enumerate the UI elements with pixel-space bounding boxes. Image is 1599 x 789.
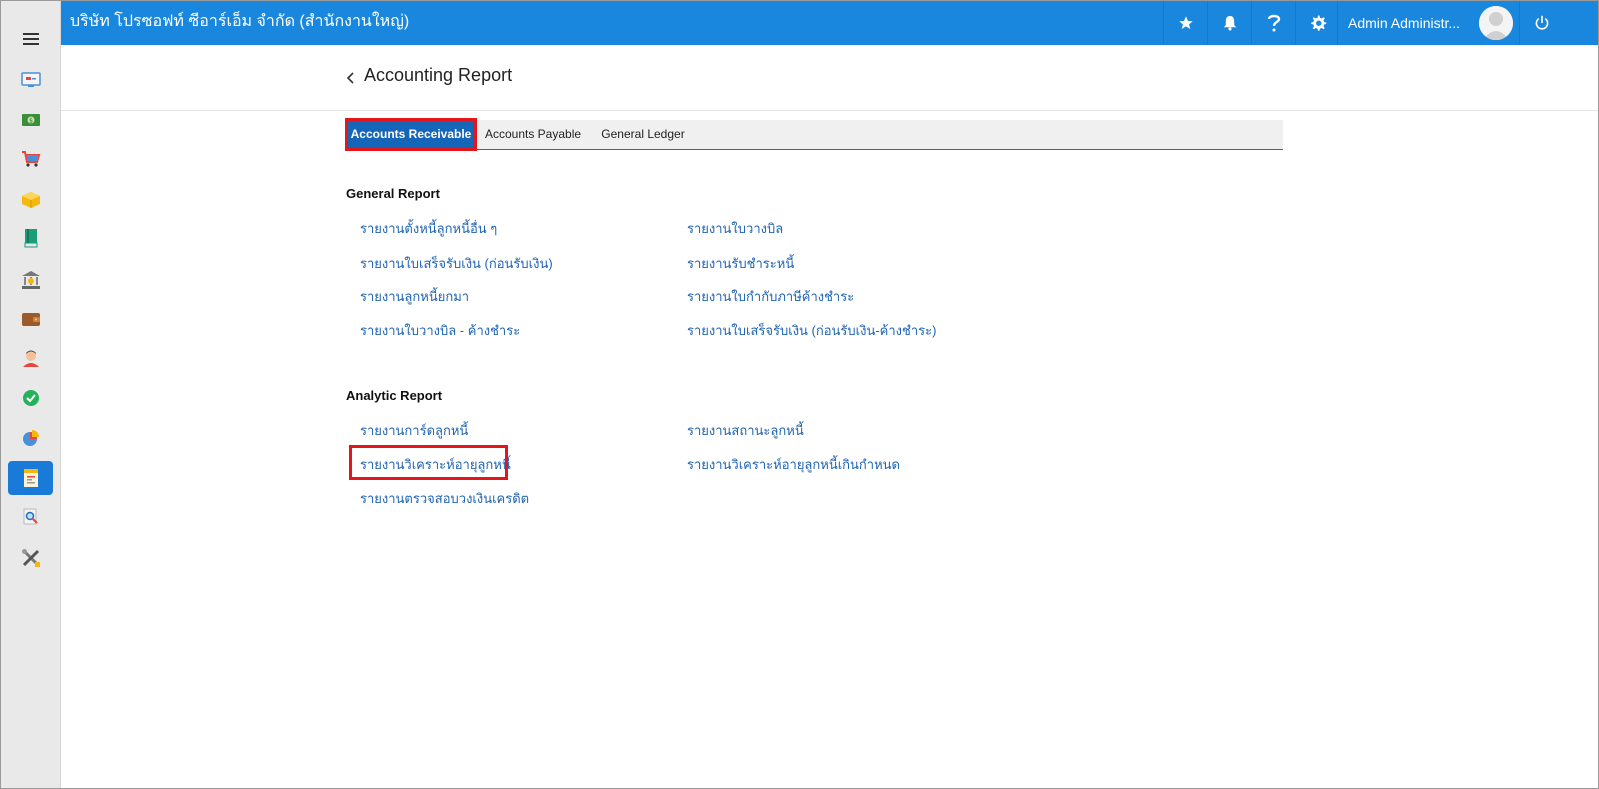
sidebar-item-money[interactable]: $ <box>8 103 53 137</box>
gear-icon <box>1310 15 1326 31</box>
page-title: Accounting Report <box>364 65 513 85</box>
sidebar: $ <box>1 1 61 788</box>
cart-icon <box>21 151 40 167</box>
settings-button[interactable] <box>1295 1 1339 45</box>
sidebar-item-approval[interactable] <box>8 381 53 415</box>
box-icon <box>21 192 40 208</box>
report-link[interactable]: รายงานใบกำกับภาษีค้างชำระ <box>687 286 854 307</box>
analytic-report-title: Analytic Report <box>346 388 443 403</box>
sidebar-item-books[interactable] <box>8 221 53 255</box>
bank-icon <box>21 271 40 289</box>
money-icon: $ <box>21 114 40 126</box>
sidebar-item-search[interactable] <box>8 500 53 534</box>
report-link[interactable]: รายงานตั้งหนี้ลูกหนี้อื่น ๆ <box>360 218 497 239</box>
report-link[interactable]: รายงานลูกหนี้ยกมา <box>360 286 469 307</box>
hamburger-icon <box>23 33 39 45</box>
sidebar-item-inventory[interactable] <box>8 183 53 217</box>
chevron-left-icon <box>346 72 354 84</box>
report-link[interactable]: รายงานวิเคราะห์อายุลูกหนี้เกินกำหนด <box>687 454 900 475</box>
menu-toggle-button[interactable] <box>1 19 61 59</box>
check-icon <box>22 390 39 406</box>
report-link[interactable]: รายงานสถานะลูกหนี้ <box>687 420 804 441</box>
tab-general-ledger[interactable]: General Ledger <box>594 120 692 149</box>
report-link[interactable]: รายงานใบวางบิล - ค้างชำระ <box>360 320 520 341</box>
sidebar-item-person[interactable] <box>8 341 53 375</box>
highlight-box <box>349 445 508 480</box>
star-icon <box>1178 16 1193 29</box>
logout-button[interactable] <box>1519 1 1563 45</box>
general-report-title: General Report <box>346 186 440 201</box>
app-window: $ บริษัท โปรซอฟท์ ซีอาร์เอ็ม จำกัด (สำนั… <box>0 0 1599 789</box>
user-name: Admin Administr... <box>1348 15 1461 31</box>
tab-accounts-receivable[interactable]: Accounts Receivable <box>345 118 477 151</box>
sidebar-item-bank[interactable] <box>8 263 53 297</box>
power-icon <box>1535 15 1548 30</box>
help-button[interactable] <box>1251 1 1295 45</box>
bell-icon <box>1223 16 1236 31</box>
favorites-button[interactable] <box>1163 1 1207 45</box>
sidebar-item-dashboard[interactable] <box>8 63 53 97</box>
report-link[interactable]: รายงานใบเสร็จรับเงิน (ก่อนรับเงิน) <box>360 253 553 274</box>
sidebar-item-wallet[interactable] <box>8 302 53 336</box>
search-doc-icon <box>23 508 38 525</box>
report-icon <box>23 469 38 487</box>
chart-icon <box>22 430 39 446</box>
book-icon <box>24 229 37 248</box>
back-button[interactable] <box>344 70 358 86</box>
report-link[interactable]: รายงานตรวจสอบวงเงินเครดิต <box>360 488 529 509</box>
report-link[interactable]: รายงานรับชำระหนี้ <box>687 253 794 274</box>
avatar-icon <box>1479 6 1513 40</box>
wallet-icon <box>21 313 40 326</box>
help-icon <box>1267 14 1280 32</box>
dashboard-icon <box>20 72 41 87</box>
person-icon <box>22 350 39 367</box>
sidebar-item-reports[interactable] <box>8 461 53 495</box>
tools-icon <box>21 549 40 567</box>
report-link[interactable]: รายงานการ์ดลูกหนี้ <box>360 420 468 441</box>
avatar <box>1479 6 1513 40</box>
top-bar: บริษัท โปรซอฟท์ ซีอาร์เอ็ม จำกัด (สำนักง… <box>61 1 1598 45</box>
report-tabs: Accounts Receivable Accounts Payable Gen… <box>345 118 1283 151</box>
report-link[interactable]: รายงานใบวางบิล <box>687 218 783 239</box>
sidebar-item-tools[interactable] <box>8 541 53 575</box>
sidebar-item-analytics[interactable] <box>8 421 53 455</box>
notifications-button[interactable] <box>1207 1 1251 45</box>
company-name: บริษัท โปรซอฟท์ ซีอาร์เอ็ม จำกัด (สำนักง… <box>70 13 410 30</box>
tab-accounts-payable[interactable]: Accounts Payable <box>477 120 589 149</box>
sidebar-item-cart[interactable] <box>8 142 53 176</box>
svg-text:$: $ <box>29 118 33 125</box>
report-link[interactable]: รายงานใบเสร็จรับเงิน (ก่อนรับเงิน-ค้างชำ… <box>687 320 936 341</box>
page-header: Accounting Report <box>61 45 1598 111</box>
